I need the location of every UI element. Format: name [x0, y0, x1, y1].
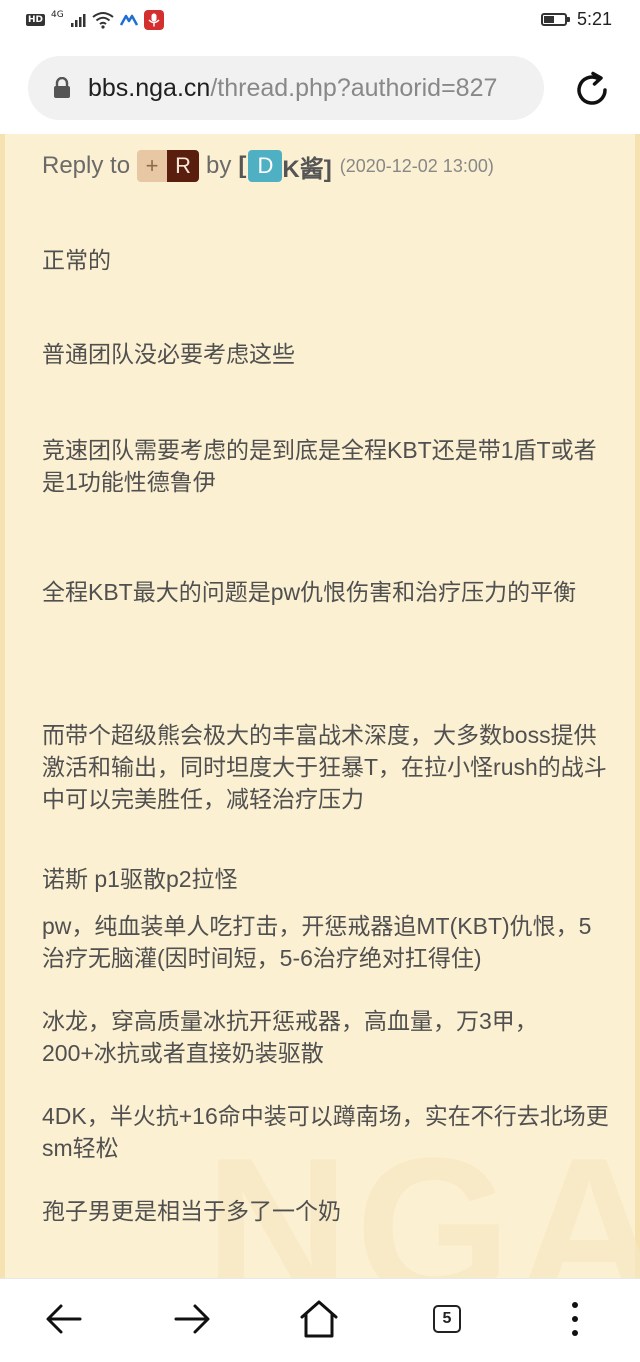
url-text[interactable]: bbs.nga.cn/thread.php?authorid=827 [88, 74, 497, 103]
browser-toolbar: bbs.nga.cn/thread.php?authorid=827 [0, 40, 640, 134]
post-line: 诺斯 p1驱散p2拉怪 [42, 866, 238, 892]
forward-button[interactable] [170, 1297, 214, 1341]
back-button[interactable] [42, 1297, 86, 1341]
reply-header: Reply to + R by [D K酱] (2020-12-02 13:00) [42, 146, 494, 186]
more-vertical-icon [572, 1302, 578, 1336]
reply-target-badge-plus[interactable]: + [137, 150, 168, 182]
post-paragraph: 全程KBT最大的问题是pw仇恨伤害和治疗压力的平衡 [42, 579, 577, 605]
battery-level [543, 16, 554, 23]
arrow-left-icon [46, 1304, 82, 1334]
lock-icon[interactable] [52, 75, 72, 101]
signal-bars-icon [70, 14, 86, 27]
address-bar[interactable]: bbs.nga.cn/thread.php?authorid=827 [28, 56, 544, 120]
author-name[interactable]: K酱] [282, 149, 331, 184]
post-line: 孢子男更是相当于多了一个奶 [42, 1198, 341, 1224]
reply-prefix: Reply to [42, 152, 131, 179]
post-paragraph: 正常的 [42, 247, 111, 273]
by-label: by [206, 152, 232, 179]
status-left: HD 4G [26, 9, 164, 31]
tab-count: 5 [433, 1305, 461, 1333]
content-left-edge [0, 134, 5, 1278]
status-right: 5:21 [540, 9, 612, 30]
post-paragraph: 而带个超级熊会极大的丰富战术深度，大多数boss提供激活和输出，同时坦度大于狂暴… [42, 722, 607, 812]
post-line: 4DK，半火抗+16命中装可以蹲南场，实在不行去北场更sm轻松 [42, 1103, 609, 1161]
post-paragraph: 普通团队没必要考虑这些 [42, 341, 295, 367]
home-button[interactable] [297, 1297, 341, 1341]
hd-indicator: HD [26, 14, 46, 26]
url-host: bbs.nga.cn [88, 73, 211, 102]
author-avatar[interactable]: D [248, 150, 283, 182]
reply-target-avatar[interactable]: R [167, 150, 200, 182]
post-date: (2020-12-02 13:00) [339, 155, 494, 176]
notification-app-icon [119, 14, 138, 26]
tabs-button[interactable]: 5 [425, 1297, 469, 1341]
network-type: 4G [51, 10, 64, 20]
status-bar: HD 4G 5:21 [0, 0, 640, 40]
wifi-icon [92, 12, 114, 29]
post-line: pw，纯血装单人吃打击，开惩戒器追MT(KBT)仇恨，5治疗无脑灌(因时间短，5… [42, 913, 592, 971]
home-icon [300, 1300, 338, 1338]
post-content: NGA Reply to + R by [D K酱] (2020-12-02 13:… [0, 134, 640, 1278]
post-paragraph: 竞速团队需要考虑的是到底是全程KBT还是带1盾T或者是1功能性德鲁伊 [42, 437, 597, 495]
bottom-navigation: 5 [0, 1278, 640, 1362]
arrow-right-icon [174, 1304, 210, 1334]
content-right-edge [635, 134, 640, 1278]
menu-button[interactable] [553, 1297, 597, 1341]
url-path: /thread.php?authorid=827 [210, 73, 498, 102]
microphone-recording-icon [143, 10, 164, 30]
battery-icon [540, 13, 570, 26]
clock: 5:21 [576, 9, 612, 29]
reload-button[interactable] [570, 68, 614, 112]
reload-icon [577, 71, 607, 105]
post-line: 冰龙，穿高质量冰抗开惩戒器，高血量，万3甲，200+冰抗或者直接奶装驱散 [42, 1008, 538, 1066]
bracket-open: [ [238, 152, 247, 179]
